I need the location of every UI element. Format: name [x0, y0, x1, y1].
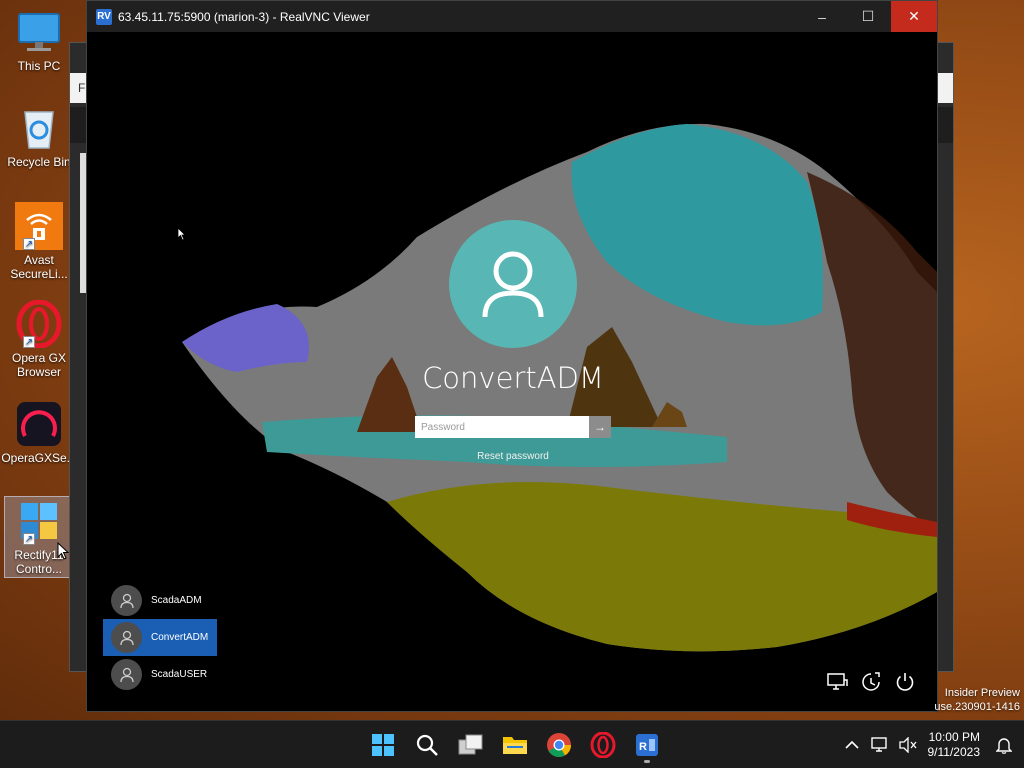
realvnc-icon[interactable]: R	[628, 725, 666, 765]
window-title: 63.45.11.75:5900 (marion-3) - RealVNC Vi…	[118, 9, 370, 24]
shortcut-arrow-icon: ↗	[23, 533, 35, 545]
desktop-icon-label: OperaGXSe...	[1, 451, 77, 465]
volume-muted-icon[interactable]	[894, 725, 922, 765]
desktop-icon-avast[interactable]: ↗ Avast SecureLi...	[4, 202, 74, 281]
desktop-icon-label: This PC	[17, 59, 61, 73]
password-box: →	[415, 416, 611, 438]
user-icon	[482, 251, 544, 318]
desktop-icon-label: Opera GX Browser	[11, 351, 67, 379]
watermark-line-2: use.230901-1416	[934, 701, 1020, 713]
desktop-icon-operagx-setup[interactable]: OperaGXSe...	[1, 400, 77, 465]
user-item-convertadm[interactable]: ConvertADM	[103, 619, 217, 656]
active-indicator	[644, 760, 650, 763]
user-avatar-icon	[111, 659, 142, 690]
user-item-scadauser[interactable]: ScadaUSER	[103, 656, 217, 693]
notification-bell-icon[interactable]	[990, 725, 1018, 765]
chrome-icon[interactable]	[540, 725, 578, 765]
shortcut-arrow-icon: ↗	[23, 238, 35, 250]
user-item-scadaadm[interactable]: ScadaADM	[103, 582, 217, 619]
clock-date: 9/11/2023	[927, 745, 981, 759]
task-view-icon[interactable]	[452, 725, 490, 765]
rectify11-icon: ↗	[15, 497, 63, 545]
search-icon[interactable]	[408, 725, 446, 765]
close-button[interactable]: ✕	[891, 1, 937, 32]
remote-mouse-cursor-icon	[177, 227, 186, 241]
user-avatar-large	[449, 220, 577, 348]
recycle-bin-icon	[15, 104, 63, 152]
network-status-icon[interactable]	[866, 725, 894, 765]
reset-password-link[interactable]: Reset password	[463, 451, 563, 462]
insider-watermark: Insider Preview use.230901-1416	[934, 686, 1020, 714]
minimize-button[interactable]: –	[799, 1, 845, 32]
monitor-icon	[15, 8, 63, 56]
title-bar[interactable]: RV 63.45.11.75:5900 (marion-3) - RealVNC…	[87, 1, 937, 32]
user-avatar-icon	[111, 622, 142, 653]
desktop-icon-opera-gx[interactable]: ↗ Opera GX Browser	[4, 299, 74, 379]
vnc-viewer-window[interactable]: RV 63.45.11.75:5900 (marion-3) - RealVNC…	[86, 0, 938, 712]
realvnc-logo-icon: RV	[96, 8, 112, 25]
taskbar: R 10:00 PM 9/11/2023	[0, 720, 1024, 768]
desktop-icon-rectify11[interactable]: ↗ Rectify11 Contro...	[4, 496, 74, 578]
password-input[interactable]	[415, 416, 589, 438]
svg-text:R: R	[639, 741, 647, 753]
desktop-icon-this-pc[interactable]: This PC	[4, 8, 74, 73]
file-explorer-icon[interactable]	[496, 725, 534, 765]
watermark-line-1: Insider Preview	[944, 687, 1020, 699]
desktop-icon-recycle-bin[interactable]: Recycle Bin	[4, 104, 74, 169]
desktop-icon-label: Recycle Bin	[7, 155, 71, 169]
mouse-cursor-icon	[57, 542, 69, 560]
user-item-label: ScadaUSER	[151, 669, 208, 680]
user-switcher-list: ScadaADM ConvertADM ScadaUSER	[103, 582, 217, 693]
opera-gx-icon: ↗	[15, 299, 63, 349]
login-username: ConvertADM	[422, 361, 604, 395]
opera-icon[interactable]	[584, 725, 622, 765]
remote-screen[interactable]: ConvertADM → Reset password ScadaADM Con…	[87, 32, 937, 711]
user-avatar-icon	[111, 585, 142, 616]
clock-time: 10:00 PM	[928, 730, 980, 744]
avast-vpn-icon: ↗	[15, 202, 63, 250]
user-item-label: ConvertADM	[151, 632, 209, 643]
opera-gx-setup-icon	[15, 400, 63, 448]
accessibility-icon[interactable]	[859, 670, 883, 694]
shortcut-arrow-icon: ↗	[23, 336, 35, 348]
windows-start-icon[interactable]	[364, 725, 402, 765]
network-icon[interactable]	[825, 670, 849, 694]
maximize-button[interactable]: ☐	[845, 1, 891, 32]
desktop-icon-label: Avast SecureLi...	[10, 253, 68, 281]
submit-arrow-button[interactable]: →	[589, 416, 611, 438]
user-item-label: ScadaADM	[151, 595, 202, 606]
power-icon[interactable]	[893, 670, 917, 694]
taskbar-clock[interactable]: 10:00 PM 9/11/2023	[922, 730, 991, 760]
chevron-up-icon[interactable]	[838, 725, 866, 765]
